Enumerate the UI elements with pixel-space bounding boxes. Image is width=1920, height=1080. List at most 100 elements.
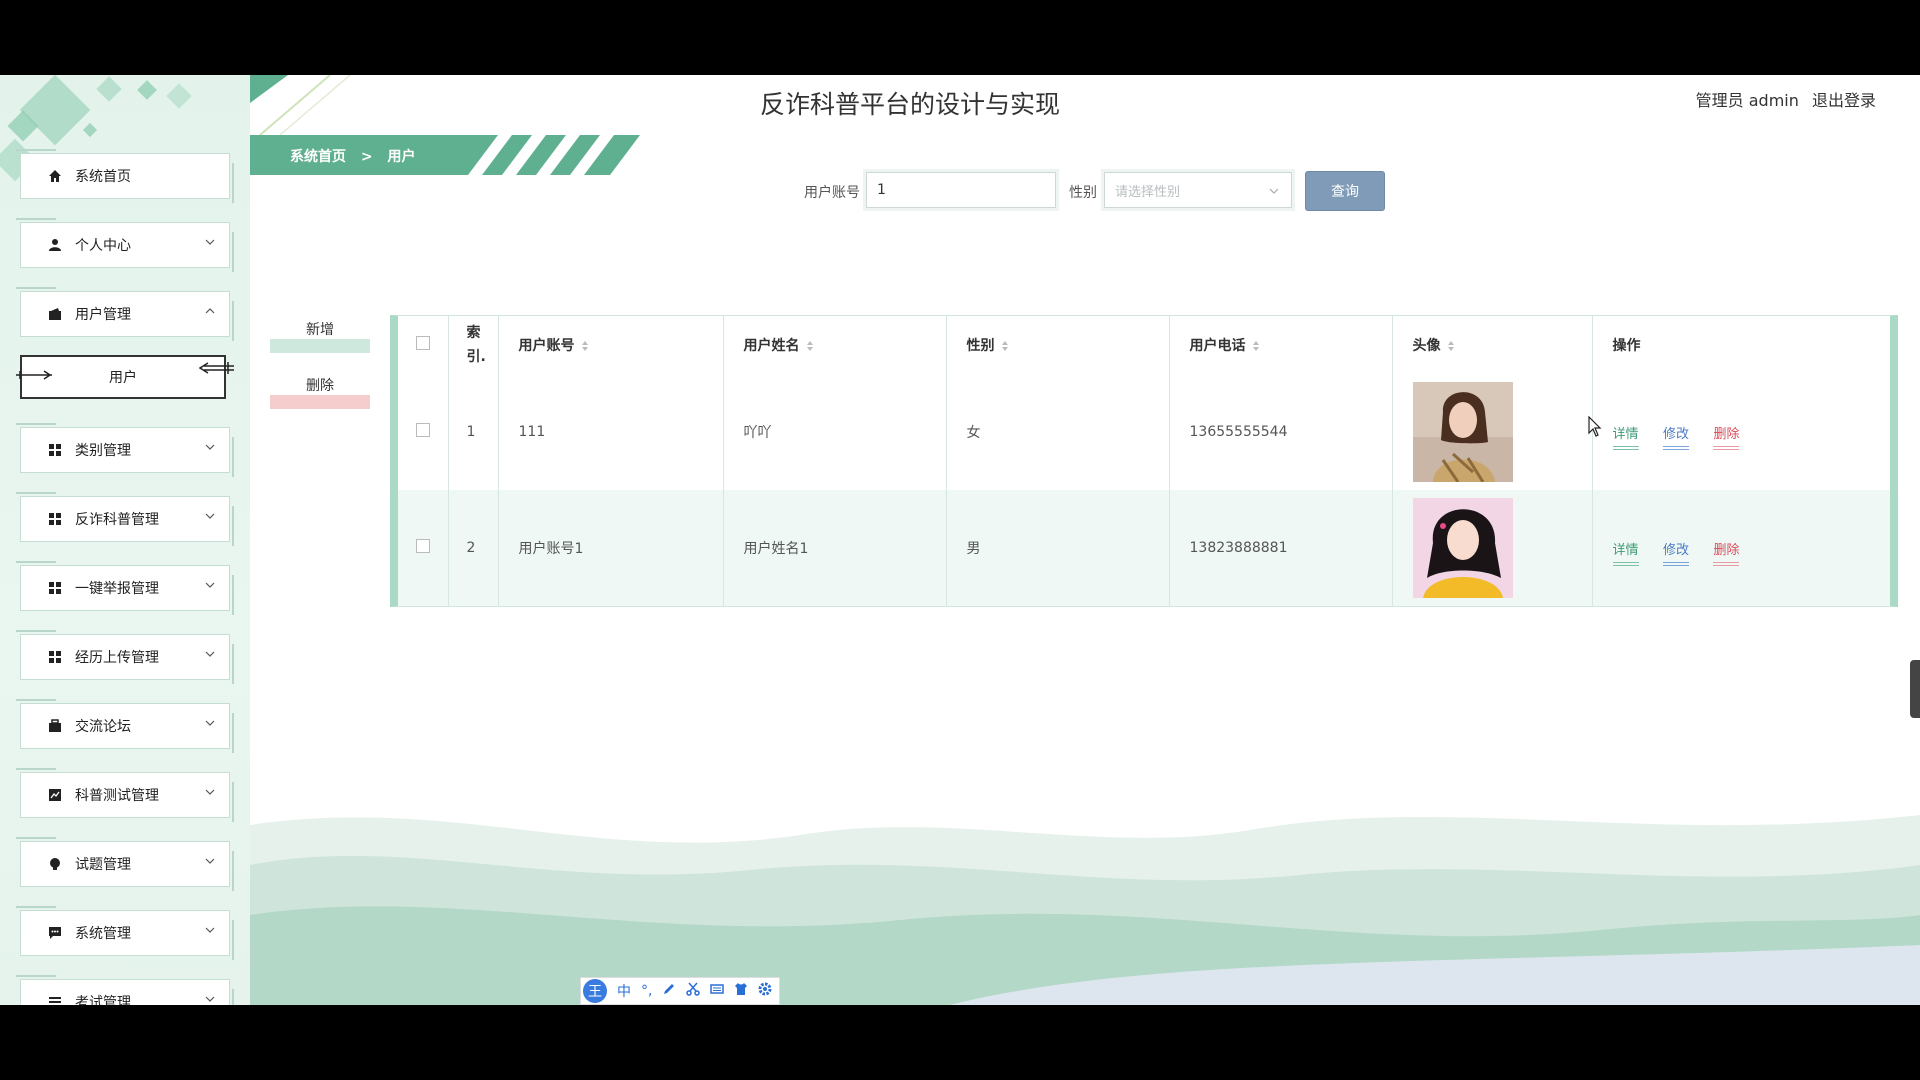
sidebar-item-label: 系统管理 xyxy=(75,926,131,942)
row-account: 111 xyxy=(498,374,724,490)
bulb-icon xyxy=(47,856,63,872)
row-name: 用户姓名1 xyxy=(723,490,947,606)
sidebar-item-label: 个人中心 xyxy=(75,238,131,254)
row-avatar-cell xyxy=(1392,374,1593,490)
detail-link[interactable]: 详情 xyxy=(1612,426,1639,450)
row-avatar-cell xyxy=(1392,490,1593,606)
avatar[interactable] xyxy=(1412,382,1513,482)
chevron-down-icon xyxy=(205,651,215,657)
mouse-cursor-icon xyxy=(1588,416,1602,437)
sidebar-item-forum[interactable]: 交流论坛 xyxy=(16,699,234,753)
avatar-header-label: 头像 xyxy=(1412,338,1441,354)
gender-filter-label: 性别 xyxy=(1069,185,1097,201)
sidebar-item-experience-management[interactable]: 经历上传管理 xyxy=(16,630,234,684)
skin-icon[interactable] xyxy=(734,982,748,1000)
ime-punctuation-indicator[interactable]: °, xyxy=(641,983,652,999)
name-header[interactable]: 用户姓名 xyxy=(723,316,947,374)
delete-link[interactable]: 删除 xyxy=(1713,426,1740,450)
delete-link[interactable]: 删除 xyxy=(1713,542,1740,566)
phone-header-label: 用户电话 xyxy=(1189,338,1246,354)
wave-decoration xyxy=(250,815,1920,1005)
pen-icon[interactable] xyxy=(662,982,676,1000)
list-icon xyxy=(47,994,63,1005)
ime-mode-indicator[interactable]: 中 xyxy=(617,981,631,1001)
table-header-row: 索引. 用户账号 用户姓名 性别 用户电话 头像 操作 xyxy=(398,316,1890,374)
row-ops: 详情 修改 删除 xyxy=(1592,490,1890,606)
user-area: 管理员 admin 退出登录 xyxy=(1688,87,1876,111)
row-account: 用户账号1 xyxy=(498,490,724,606)
select-all-checkbox[interactable] xyxy=(416,336,430,350)
sort-icon xyxy=(1001,341,1008,351)
user-table: 索引. 用户账号 用户姓名 性别 用户电话 头像 操作 1 111 吖吖 女 1… xyxy=(390,315,1898,607)
side-scroll-handle[interactable] xyxy=(1910,660,1920,718)
account-header-label: 用户账号 xyxy=(518,338,575,354)
sidebar-item-label: 用户管理 xyxy=(75,307,131,323)
avatar-header[interactable]: 头像 xyxy=(1392,316,1593,374)
ime-toolbar[interactable]: 王 中 °, xyxy=(580,977,780,1005)
chevron-down-icon xyxy=(205,927,215,933)
sidebar-item-label: 考试管理 xyxy=(75,995,131,1005)
chevron-down-icon xyxy=(205,720,215,726)
chevron-down-icon xyxy=(1269,188,1279,194)
chevron-down-icon xyxy=(205,444,215,450)
chevron-down-icon xyxy=(205,582,215,588)
chevron-up-icon xyxy=(205,308,215,314)
sidebar-subitem-user[interactable]: 用户 xyxy=(16,355,234,399)
phone-header[interactable]: 用户电话 xyxy=(1169,316,1393,374)
avatar[interactable] xyxy=(1412,498,1513,598)
add-button[interactable]: 新增 xyxy=(270,315,370,353)
header-decoration xyxy=(250,75,351,135)
batch-delete-button[interactable]: 删除 xyxy=(270,371,370,409)
breadcrumb-home[interactable]: 系统首页 xyxy=(290,149,346,165)
sidebar-item-report-management[interactable]: 一键举报管理 xyxy=(16,561,234,615)
row-gender: 男 xyxy=(946,490,1170,606)
sidebar-item-label: 系统首页 xyxy=(75,169,131,185)
sidebar-subitem-label: 用户 xyxy=(109,370,137,386)
sidebar-item-personal-center[interactable]: 个人中心 xyxy=(16,218,234,272)
detail-link[interactable]: 详情 xyxy=(1612,542,1639,566)
row-phone: 13823888881 xyxy=(1169,490,1393,606)
grid-icon xyxy=(47,442,63,458)
logout-link[interactable]: 退出登录 xyxy=(1812,91,1876,110)
sidebar-decoration xyxy=(166,83,192,109)
sidebar-item-exam-management[interactable]: 考试管理 xyxy=(16,975,234,1005)
row-checkbox[interactable] xyxy=(416,423,430,437)
edit-link[interactable]: 修改 xyxy=(1662,426,1689,450)
sidebar: 系统首页 个人中心 用户管理 用户 类别管理 反诈科普管理 一键举报管理 经历上… xyxy=(0,75,250,1005)
keyboard-icon[interactable] xyxy=(710,982,725,1000)
sidebar-item-system-management[interactable]: 系统管理 xyxy=(16,906,234,960)
person-icon xyxy=(47,237,63,253)
row-checkbox[interactable] xyxy=(416,539,430,553)
sidebar-item-label: 一键举报管理 xyxy=(75,581,159,597)
sidebar-item-label: 类别管理 xyxy=(75,443,131,459)
sidebar-decoration xyxy=(82,122,98,138)
sidebar-item-question-management[interactable]: 试题管理 xyxy=(16,837,234,891)
account-header[interactable]: 用户账号 xyxy=(498,316,724,374)
sidebar-item-home[interactable]: 系统首页 xyxy=(16,149,234,203)
wallet-icon xyxy=(47,306,63,322)
message-icon xyxy=(47,925,63,941)
gender-header-label: 性别 xyxy=(966,338,995,354)
sidebar-decoration xyxy=(137,80,157,100)
sidebar-item-test-management[interactable]: 科普测试管理 xyxy=(16,768,234,822)
sidebar-item-label: 反诈科普管理 xyxy=(75,512,159,528)
sort-icon xyxy=(1447,341,1454,351)
sidebar-item-label: 科普测试管理 xyxy=(75,788,159,804)
sidebar-item-user-management[interactable]: 用户管理 xyxy=(16,287,234,341)
scissors-icon[interactable] xyxy=(686,982,701,1000)
sidebar-item-category-management[interactable]: 类别管理 xyxy=(16,423,234,477)
account-search-input[interactable] xyxy=(863,169,1059,211)
gender-select[interactable]: 请选择性别 xyxy=(1101,169,1295,211)
sort-icon xyxy=(806,341,813,351)
page-title: 反诈科普平台的设计与实现 xyxy=(759,90,1060,119)
sidebar-item-anti-fraud-management[interactable]: 反诈科普管理 xyxy=(16,492,234,546)
ime-logo[interactable]: 王 xyxy=(583,979,607,1003)
query-button[interactable]: 查询 xyxy=(1305,171,1385,211)
edit-link[interactable]: 修改 xyxy=(1662,542,1689,566)
app-window: 系统首页 个人中心 用户管理 用户 类别管理 反诈科普管理 一键举报管理 经历上… xyxy=(0,75,1920,1005)
grid-icon xyxy=(47,580,63,596)
gender-header[interactable]: 性别 xyxy=(946,316,1170,374)
gear-icon[interactable] xyxy=(758,982,772,1000)
breadcrumb-separator: > xyxy=(360,149,373,165)
gender-select-placeholder: 请选择性别 xyxy=(1115,184,1181,200)
